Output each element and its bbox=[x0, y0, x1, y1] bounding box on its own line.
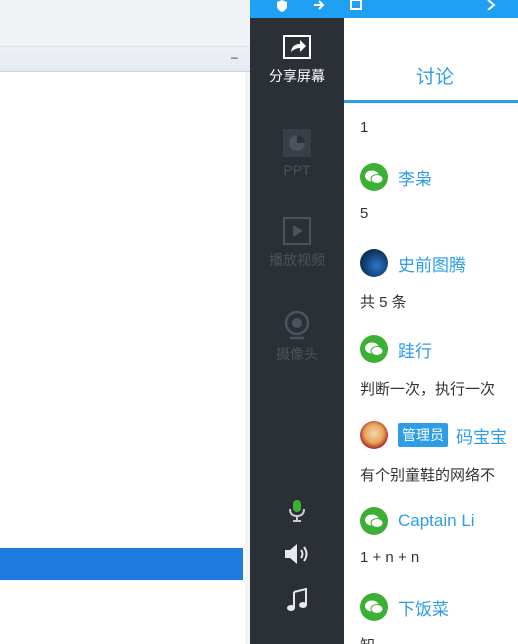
user-row[interactable]: 下饭菜 bbox=[360, 593, 449, 621]
shield-icon[interactable] bbox=[276, 0, 288, 14]
tool-sidebar: 分享屏幕 PPT 播放视频 摄像头 bbox=[250, 18, 344, 644]
tab-active-indicator bbox=[344, 100, 518, 103]
admin-badge: 管理员 bbox=[398, 423, 448, 447]
message-text: 知 bbox=[360, 634, 375, 644]
wechat-avatar-icon bbox=[360, 335, 388, 363]
user-row[interactable]: 管理员 码宝宝 bbox=[360, 421, 507, 449]
speaker-icon[interactable] bbox=[283, 542, 311, 566]
tab-discuss[interactable]: 讨论 bbox=[344, 18, 518, 103]
user-name[interactable]: 下饭菜 bbox=[398, 595, 449, 620]
message-text: 共 5 条 bbox=[360, 294, 407, 311]
window-icon[interactable] bbox=[350, 0, 362, 14]
share-screen-label: 分享屏幕 bbox=[269, 68, 325, 84]
background-window-header: – bbox=[0, 47, 250, 72]
tab-discuss-label: 讨论 bbox=[416, 67, 455, 88]
ppt-label: PPT bbox=[283, 162, 311, 178]
background-window-toolbar bbox=[0, 0, 250, 47]
webcam-icon bbox=[284, 310, 310, 340]
user-row[interactable]: 李枭 bbox=[360, 163, 432, 191]
music-note-icon[interactable] bbox=[286, 588, 308, 612]
user-avatar bbox=[360, 249, 388, 277]
user-name[interactable]: 码宝宝 bbox=[456, 423, 507, 448]
wechat-avatar-icon bbox=[360, 507, 388, 535]
user-row[interactable]: 跬行 bbox=[360, 335, 432, 363]
discussion-panel: 讨论 1 李枭 5 史前图腾 共 5 条 跬行 判断一次，执行一次 管理员 码宝… bbox=[344, 18, 518, 644]
user-name[interactable]: 李枭 bbox=[398, 165, 432, 190]
message-text: 判断一次，执行一次 bbox=[360, 381, 496, 398]
message-text: 5 bbox=[360, 205, 369, 222]
play-video-button[interactable]: 播放视频 bbox=[250, 216, 344, 270]
user-name[interactable]: 跬行 bbox=[398, 337, 432, 362]
chevron-right-icon[interactable] bbox=[486, 0, 496, 14]
user-row[interactable]: Captain Li bbox=[360, 507, 475, 535]
user-row[interactable]: 史前图腾 bbox=[360, 249, 466, 277]
share-screen-icon bbox=[283, 35, 311, 59]
minimize-icon[interactable]: – bbox=[231, 51, 242, 63]
message-text: 1 + n + n bbox=[360, 549, 420, 566]
microphone-icon[interactable] bbox=[286, 498, 308, 524]
message-text: 1 bbox=[360, 119, 369, 136]
webcam-label: 摄像头 bbox=[276, 346, 318, 362]
arrow-right-icon[interactable] bbox=[313, 0, 325, 14]
user-name[interactable]: 史前图腾 bbox=[398, 251, 466, 276]
user-avatar bbox=[360, 421, 388, 449]
webcam-button[interactable]: 摄像头 bbox=[250, 310, 344, 364]
play-video-icon bbox=[283, 217, 311, 245]
selected-row-highlight[interactable] bbox=[0, 548, 243, 580]
share-screen-button[interactable]: 分享屏幕 bbox=[250, 34, 344, 86]
top-bar bbox=[250, 0, 518, 18]
play-video-label: 播放视频 bbox=[269, 252, 325, 268]
ppt-button[interactable]: PPT bbox=[250, 128, 344, 178]
background-window: – bbox=[0, 0, 250, 644]
wechat-avatar-icon bbox=[360, 593, 388, 621]
wechat-avatar-icon bbox=[360, 163, 388, 191]
user-name[interactable]: Captain Li bbox=[398, 511, 475, 531]
ppt-pie-icon bbox=[283, 129, 311, 157]
message-text: 有个别童鞋的网络不 bbox=[360, 467, 496, 484]
